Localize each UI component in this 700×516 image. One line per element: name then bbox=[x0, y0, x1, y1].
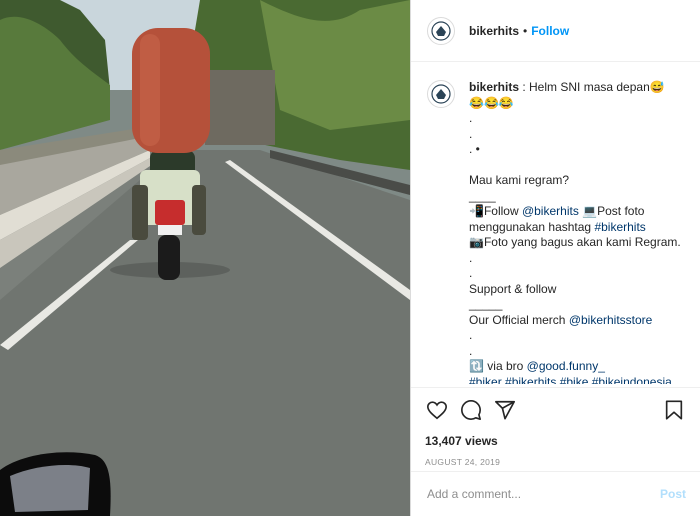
post-actions: 13,407 views AUGUST 24, 2019 bbox=[411, 387, 700, 472]
video-frame-illustration bbox=[0, 0, 410, 516]
instagram-post-modal: bikerhits • Follow bikerhits : Helm SNI … bbox=[0, 0, 700, 516]
bookmark-icon[interactable] bbox=[662, 398, 686, 422]
post-date[interactable]: AUGUST 24, 2019 bbox=[425, 457, 686, 467]
post-details-panel: bikerhits • Follow bikerhits : Helm SNI … bbox=[410, 0, 700, 516]
action-icons bbox=[425, 398, 686, 422]
heart-icon[interactable] bbox=[425, 398, 449, 422]
caption-line: 😂😂😂 bbox=[469, 95, 514, 110]
post-comment-button[interactable]: Post bbox=[660, 487, 686, 501]
logo-icon bbox=[431, 84, 451, 104]
caption-line: : Helm SNI masa depan😅 bbox=[519, 80, 665, 94]
caption-line: ____ bbox=[469, 188, 496, 203]
avatar[interactable] bbox=[427, 16, 455, 45]
separator-dot: • bbox=[523, 23, 528, 38]
view-count[interactable]: 13,407 views bbox=[425, 434, 686, 448]
share-icon[interactable] bbox=[493, 398, 517, 422]
caption-line: . bbox=[469, 111, 473, 125]
caption-line: Mau kami regram? bbox=[469, 173, 570, 187]
username-link[interactable]: bikerhits bbox=[469, 24, 519, 38]
hashtags-link[interactable]: #biker #bikerhits #bike #bikeindonesia bbox=[469, 375, 672, 385]
comment-icon[interactable] bbox=[459, 398, 483, 422]
caption-line: 📲Follow bbox=[469, 204, 522, 218]
caption-line: Our Official merch bbox=[469, 312, 569, 327]
caption-line: 🔃 via bro bbox=[469, 359, 527, 373]
caption-line: . • bbox=[469, 142, 480, 156]
caption-line: _____ bbox=[469, 297, 503, 311]
mention-link[interactable]: @good.funny_ bbox=[527, 359, 605, 373]
caption-username-link[interactable]: bikerhits bbox=[469, 80, 519, 94]
follow-button[interactable]: Follow bbox=[531, 24, 569, 38]
caption-line: . bbox=[469, 126, 473, 141]
hashtag-link[interactable]: #bikerhits bbox=[594, 220, 645, 234]
caption-line: . bbox=[469, 250, 473, 265]
caption-row: bikerhits : Helm SNI masa depan😅 😂😂😂 . .… bbox=[427, 80, 684, 384]
caption-line: . bbox=[469, 343, 473, 358]
caption-line: Support & follow bbox=[469, 281, 557, 296]
comment-input[interactable] bbox=[425, 486, 660, 502]
post-header: bikerhits • Follow bbox=[411, 0, 700, 62]
mention-link[interactable]: @bikerhits bbox=[522, 204, 579, 218]
caption-line: . bbox=[469, 266, 473, 280]
caption-text: bikerhits : Helm SNI masa depan😅 😂😂😂 . .… bbox=[469, 80, 684, 384]
caption-avatar[interactable] bbox=[427, 80, 455, 108]
caption-line: 📷Foto yang bagus akan kami Regram. bbox=[469, 235, 681, 249]
caption-line: . bbox=[469, 328, 473, 342]
add-comment-bar: Post bbox=[411, 471, 700, 516]
logo-icon bbox=[431, 20, 451, 41]
post-media-video[interactable] bbox=[0, 0, 410, 516]
mention-link[interactable]: @bikerhitsstore bbox=[569, 313, 653, 327]
caption-area: bikerhits : Helm SNI masa depan😅 😂😂😂 . .… bbox=[411, 62, 700, 384]
